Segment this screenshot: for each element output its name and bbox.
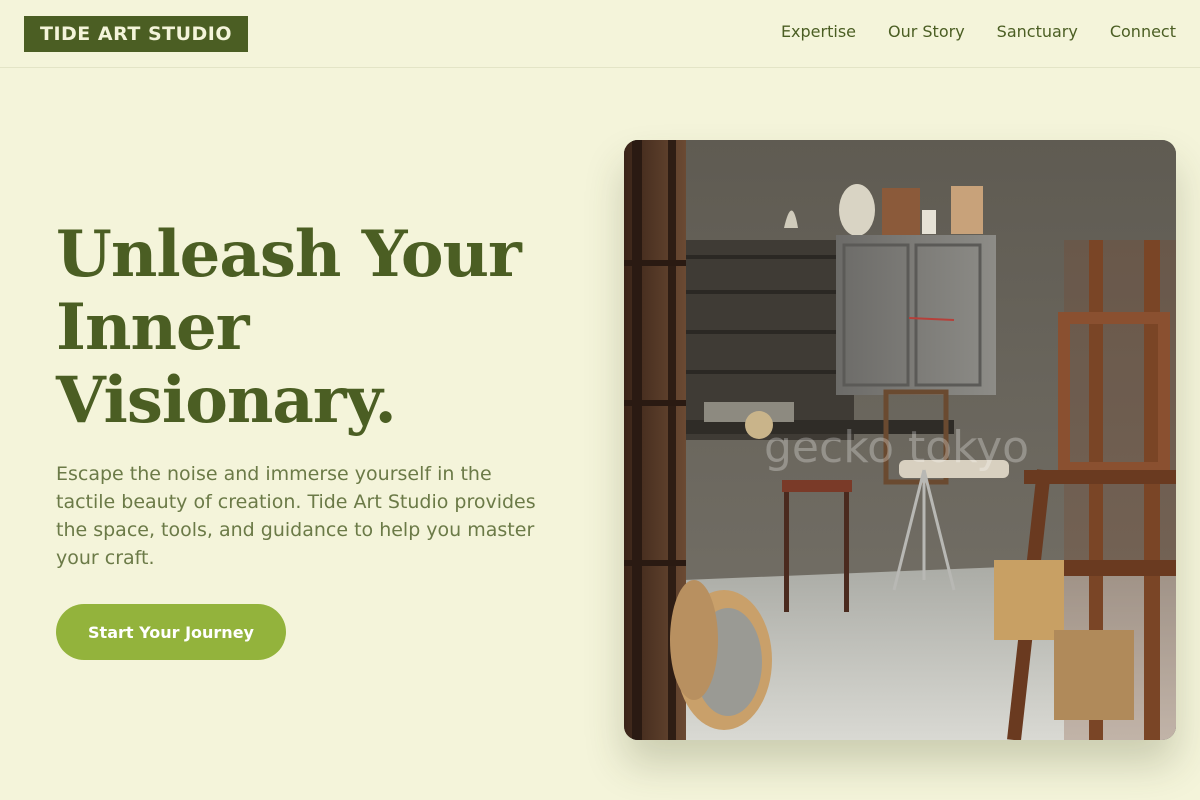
start-journey-button[interactable]: Start Your Journey — [56, 604, 286, 660]
studio-photo: gecko tokyo — [624, 140, 1176, 740]
studio-photo-illustration: gecko tokyo — [624, 140, 1176, 740]
main-nav: Expertise Our Story Sanctuary Connect — [781, 20, 1176, 44]
hero-title-line: Visionary. — [56, 363, 397, 438]
hero-title-line: Unleash Your — [56, 217, 522, 292]
hero-title: Unleash Your Inner Visionary. — [56, 218, 576, 437]
site-header: TIDE ART STUDIO Expertise Our Story Sanc… — [0, 0, 1200, 68]
nav-link-connect[interactable]: Connect — [1110, 20, 1176, 44]
brand-logo[interactable]: TIDE ART STUDIO — [24, 16, 249, 52]
nav-link-expertise[interactable]: Expertise — [781, 20, 856, 44]
nav-link-sanctuary[interactable]: Sanctuary — [997, 20, 1078, 44]
hero-description: Escape the noise and immerse yourself in… — [56, 463, 536, 569]
nav-link-our-story[interactable]: Our Story — [888, 20, 965, 44]
hero-title-line: Inner — [56, 290, 249, 365]
photo-watermark: gecko tokyo — [764, 422, 1029, 473]
